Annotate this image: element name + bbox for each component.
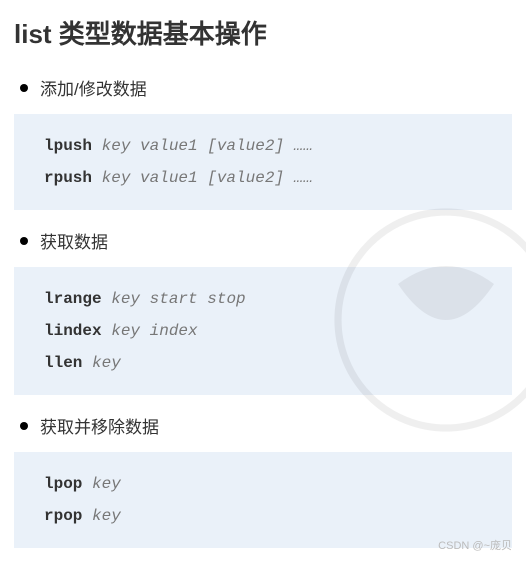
code-line: llen key — [44, 347, 482, 379]
code-line: rpush key value1 [value2] …… — [44, 162, 482, 194]
code-line: lrange key start stop — [44, 283, 482, 315]
section-add-modify: 添加/修改数据 lpush key value1 [value2] …… rpu… — [14, 75, 512, 210]
code-line: lpop key — [44, 468, 482, 500]
code-block: lpop key rpop key — [14, 452, 512, 548]
command-args: key value1 [value2] …… — [102, 169, 313, 187]
section-title: 添加/修改数据 — [14, 75, 512, 100]
code-block: lrange key start stop lindex key index l… — [14, 267, 512, 395]
command-args: key — [92, 507, 121, 525]
command-name: llen — [44, 354, 92, 372]
command-name: rpush — [44, 169, 102, 187]
code-line: rpop key — [44, 500, 482, 532]
code-line: lpush key value1 [value2] …… — [44, 130, 482, 162]
section-pop: 获取并移除数据 lpop key rpop key — [14, 413, 512, 548]
section-get: 获取数据 lrange key start stop lindex key in… — [14, 228, 512, 395]
code-block: lpush key value1 [value2] …… rpush key v… — [14, 114, 512, 210]
section-title: 获取并移除数据 — [14, 413, 512, 438]
page-title: list 类型数据基本操作 — [14, 14, 512, 51]
code-line: lindex key index — [44, 315, 482, 347]
section-title: 获取数据 — [14, 228, 512, 253]
command-name: lpop — [44, 475, 92, 493]
command-name: lindex — [44, 322, 111, 340]
command-args: key start stop — [111, 290, 245, 308]
command-args: key — [92, 475, 121, 493]
command-name: lrange — [44, 290, 111, 308]
command-args: key value1 [value2] …… — [102, 137, 313, 155]
command-args: key index — [111, 322, 197, 340]
command-name: lpush — [44, 137, 102, 155]
command-args: key — [92, 354, 121, 372]
command-name: rpop — [44, 507, 92, 525]
footer-watermark: CSDN @~庞贝 — [438, 537, 512, 553]
